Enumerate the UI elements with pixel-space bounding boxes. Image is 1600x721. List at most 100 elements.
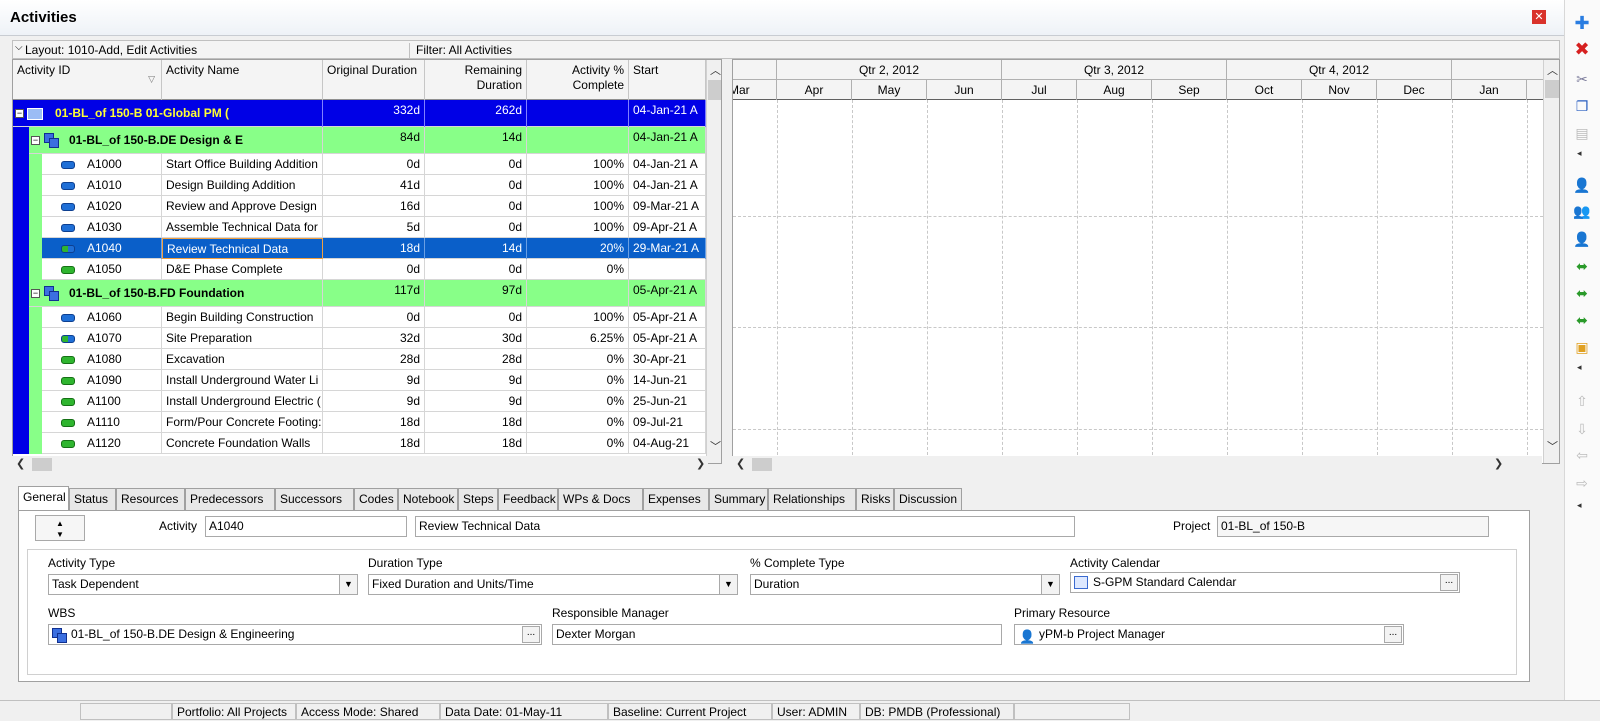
cell-id[interactable]: A1040 <box>83 238 162 259</box>
chevron-down-icon[interactable]: ⌵ <box>15 42 23 53</box>
cell-name[interactable]: Review and Approve Design <box>162 196 323 217</box>
tab-wps-docs[interactable]: WPs & Docs <box>558 488 643 510</box>
assign-successor-icon[interactable]: ⬌ <box>1573 284 1591 302</box>
cell-id[interactable]: A1060 <box>83 307 162 328</box>
activity-calendar-field[interactable]: S-GPM Standard Calendar ... <box>1070 572 1460 593</box>
cell-id[interactable]: A1020 <box>83 196 162 217</box>
col-original-duration[interactable]: Original Duration <box>323 60 425 100</box>
close-icon[interactable]: ✕ <box>1532 10 1546 24</box>
toolbar-overflow-icon-3[interactable]: ◂ <box>1577 500 1582 511</box>
wbs-row[interactable]: − 01-BL_of 150-B.DE Design & E 84d 14d 04-Ja… <box>13 127 721 154</box>
tab-expenses[interactable]: Expenses <box>643 488 709 510</box>
calendar-browse-button[interactable]: ... <box>1440 574 1458 591</box>
collapse-icon[interactable]: − <box>15 109 24 118</box>
scroll-right-icon[interactable]: ❯ <box>696 457 705 470</box>
cell-id[interactable]: A1080 <box>83 349 162 370</box>
cell-name[interactable]: Begin Building Construction <box>162 307 323 328</box>
grid-horizontal-scrollbar[interactable]: ❮ ❯ <box>12 456 708 473</box>
cell-name[interactable]: Form/Pour Concrete Footing: <box>162 412 323 433</box>
scroll-left-icon[interactable]: ❮ <box>16 457 25 470</box>
wbs-field[interactable]: 01-BL_of 150-B.DE Design & Engineering .… <box>48 624 542 645</box>
cell-id[interactable]: A1000 <box>83 154 162 175</box>
cell-id[interactable]: A1070 <box>83 328 162 349</box>
assign-documents-icon[interactable]: ▣ <box>1573 338 1591 356</box>
activity-name-field[interactable]: Review Technical Data <box>415 516 1075 537</box>
tab-summary[interactable]: Summary <box>709 488 768 510</box>
dropdown-arrow-icon[interactable]: ▼ <box>719 575 737 594</box>
cell-name[interactable]: Excavation <box>162 349 323 370</box>
table-row[interactable]: A1020 Review and Approve Design 16d 0d 100% 0… <box>13 196 721 217</box>
filter-label[interactable]: Filter: All Activities <box>409 43 512 60</box>
gantt-scroll-up-icon[interactable]: ︿ <box>1547 62 1558 78</box>
table-row[interactable]: A1000 Start Office Building Addition 0d 0d 1… <box>13 154 721 175</box>
assign-resource-icon[interactable]: 👤 <box>1573 176 1591 194</box>
layout-menu[interactable]: Layout: 1010-Add, Edit Activities <box>25 43 197 57</box>
gantt-scroll-down-icon[interactable]: ﹀ <box>1547 438 1558 454</box>
cell-id[interactable]: A1010 <box>83 175 162 196</box>
gantt-horizontal-scrollbar[interactable]: ❮ ❯ <box>732 456 1542 473</box>
col-activity-name[interactable]: Activity Name <box>162 60 323 100</box>
activity-type-select[interactable]: Task Dependent ▼ <box>48 574 358 595</box>
wbs-browse-button[interactable]: ... <box>522 626 540 643</box>
table-row[interactable]: A1100 Install Underground Electric (9d 9d 0… <box>13 391 721 412</box>
tab-codes[interactable]: Codes <box>354 488 398 510</box>
cell-name[interactable]: Assemble Technical Data for <box>162 217 323 238</box>
cell-name[interactable]: Install Underground Electric ( <box>162 391 323 412</box>
collapse-icon[interactable]: − <box>31 289 40 298</box>
responsible-manager-field[interactable]: Dexter Morgan <box>552 624 1002 645</box>
tab-discussion[interactable]: Discussion <box>894 488 962 510</box>
table-row[interactable]: A1110 Form/Pour Concrete Footing: 18d 18d 0%… <box>13 412 721 433</box>
col-start[interactable]: Start <box>629 60 706 100</box>
assign-resource-by-role-icon[interactable]: 👤 <box>1573 230 1591 248</box>
cell-id[interactable]: A1030 <box>83 217 162 238</box>
cell-name[interactable]: Concrete Foundation Walls <box>162 433 323 454</box>
col-pct-complete[interactable]: Activity % Complete <box>527 60 629 100</box>
gantt-scroll-right-icon[interactable]: ❯ <box>1494 457 1503 470</box>
assign-predecessor-icon[interactable]: ⬌ <box>1573 257 1591 275</box>
collapse-icon[interactable]: − <box>31 136 40 145</box>
table-row[interactable]: A1090 Install Underground Water Li 9d 9d 0% 1… <box>13 370 721 391</box>
tab-status[interactable]: Status <box>69 488 116 510</box>
scroll-up-icon[interactable]: ︿ <box>710 62 721 78</box>
tab-successors[interactable]: Successors <box>275 488 354 510</box>
tab-risks[interactable]: Risks <box>856 488 894 510</box>
spinner-up-icon[interactable]: ▲ <box>56 519 64 528</box>
pct-complete-type-select[interactable]: Duration ▼ <box>750 574 1060 595</box>
copy-icon[interactable]: ❐ <box>1573 97 1591 115</box>
activity-id-field[interactable]: A1040 <box>205 516 407 537</box>
delete-icon[interactable]: ✖ <box>1573 40 1591 58</box>
table-row[interactable]: A1030 Assemble Technical Data for 5d 0d 100%… <box>13 217 721 238</box>
cell-id[interactable]: A1100 <box>83 391 162 412</box>
table-row[interactable]: A1080 Excavation 28d 28d 0% 30-Apr-21 <box>13 349 721 370</box>
cell-name[interactable]: Start Office Building Addition <box>162 154 323 175</box>
toolbar-overflow-icon-2[interactable]: ◂ <box>1577 362 1582 373</box>
tab-feedback[interactable]: Feedback <box>498 488 558 510</box>
primary-resource-field[interactable]: 👤 yPM-b Project Manager ... <box>1014 624 1404 645</box>
col-remaining-duration[interactable]: Remaining Duration <box>425 60 527 100</box>
cell-name[interactable]: Install Underground Water Li <box>162 370 323 391</box>
table-row[interactable]: A1010 Design Building Addition 41d 0d 100% 04… <box>13 175 721 196</box>
toolbar-overflow-icon[interactable]: ◂ <box>1577 148 1582 159</box>
cell-name[interactable]: D&E Phase Complete <box>162 259 323 280</box>
gantt-vertical-scrollbar[interactable]: ︿ ﹀ <box>1543 60 1559 463</box>
duration-type-select[interactable]: Fixed Duration and Units/Time ▼ <box>368 574 738 595</box>
dropdown-arrow-icon[interactable]: ▼ <box>339 575 357 594</box>
hscroll-thumb[interactable] <box>32 458 52 471</box>
cell-id[interactable]: A1090 <box>83 370 162 391</box>
cell-id[interactable]: A1110 <box>83 412 162 433</box>
tab-steps[interactable]: Steps <box>458 488 498 510</box>
cell-id[interactable]: A1120 <box>83 433 162 454</box>
table-row[interactable]: A1050 D&E Phase Complete 0d 0d 0% <box>13 259 721 280</box>
assign-steps-icon[interactable]: ⬌ <box>1573 311 1591 329</box>
table-row[interactable]: A1070 Site Preparation 32d 30d 6.25% 05-Apr-2… <box>13 328 721 349</box>
cell-id[interactable]: A1050 <box>83 259 162 280</box>
scroll-down-icon[interactable]: ﹀ <box>710 438 721 454</box>
gantt-hscroll-thumb[interactable] <box>752 458 772 471</box>
resource-browse-button[interactable]: ... <box>1384 626 1402 643</box>
table-row[interactable]: A1040 Review Technical Data 18d 14d 20% 29-Ma… <box>13 238 721 259</box>
tab-notebook[interactable]: Notebook <box>398 488 458 510</box>
cell-name[interactable]: Review Technical Data <box>162 238 323 259</box>
table-row[interactable]: A1060 Begin Building Construction 0d 0d 100%… <box>13 307 721 328</box>
wbs-row[interactable]: − 01-BL_of 150-B.FD Foundation 117d 97d 05-A… <box>13 280 721 307</box>
wbs-row[interactable]: − 01-BL_of 150-B 01-Global PM (332d 262d 04… <box>13 100 721 127</box>
